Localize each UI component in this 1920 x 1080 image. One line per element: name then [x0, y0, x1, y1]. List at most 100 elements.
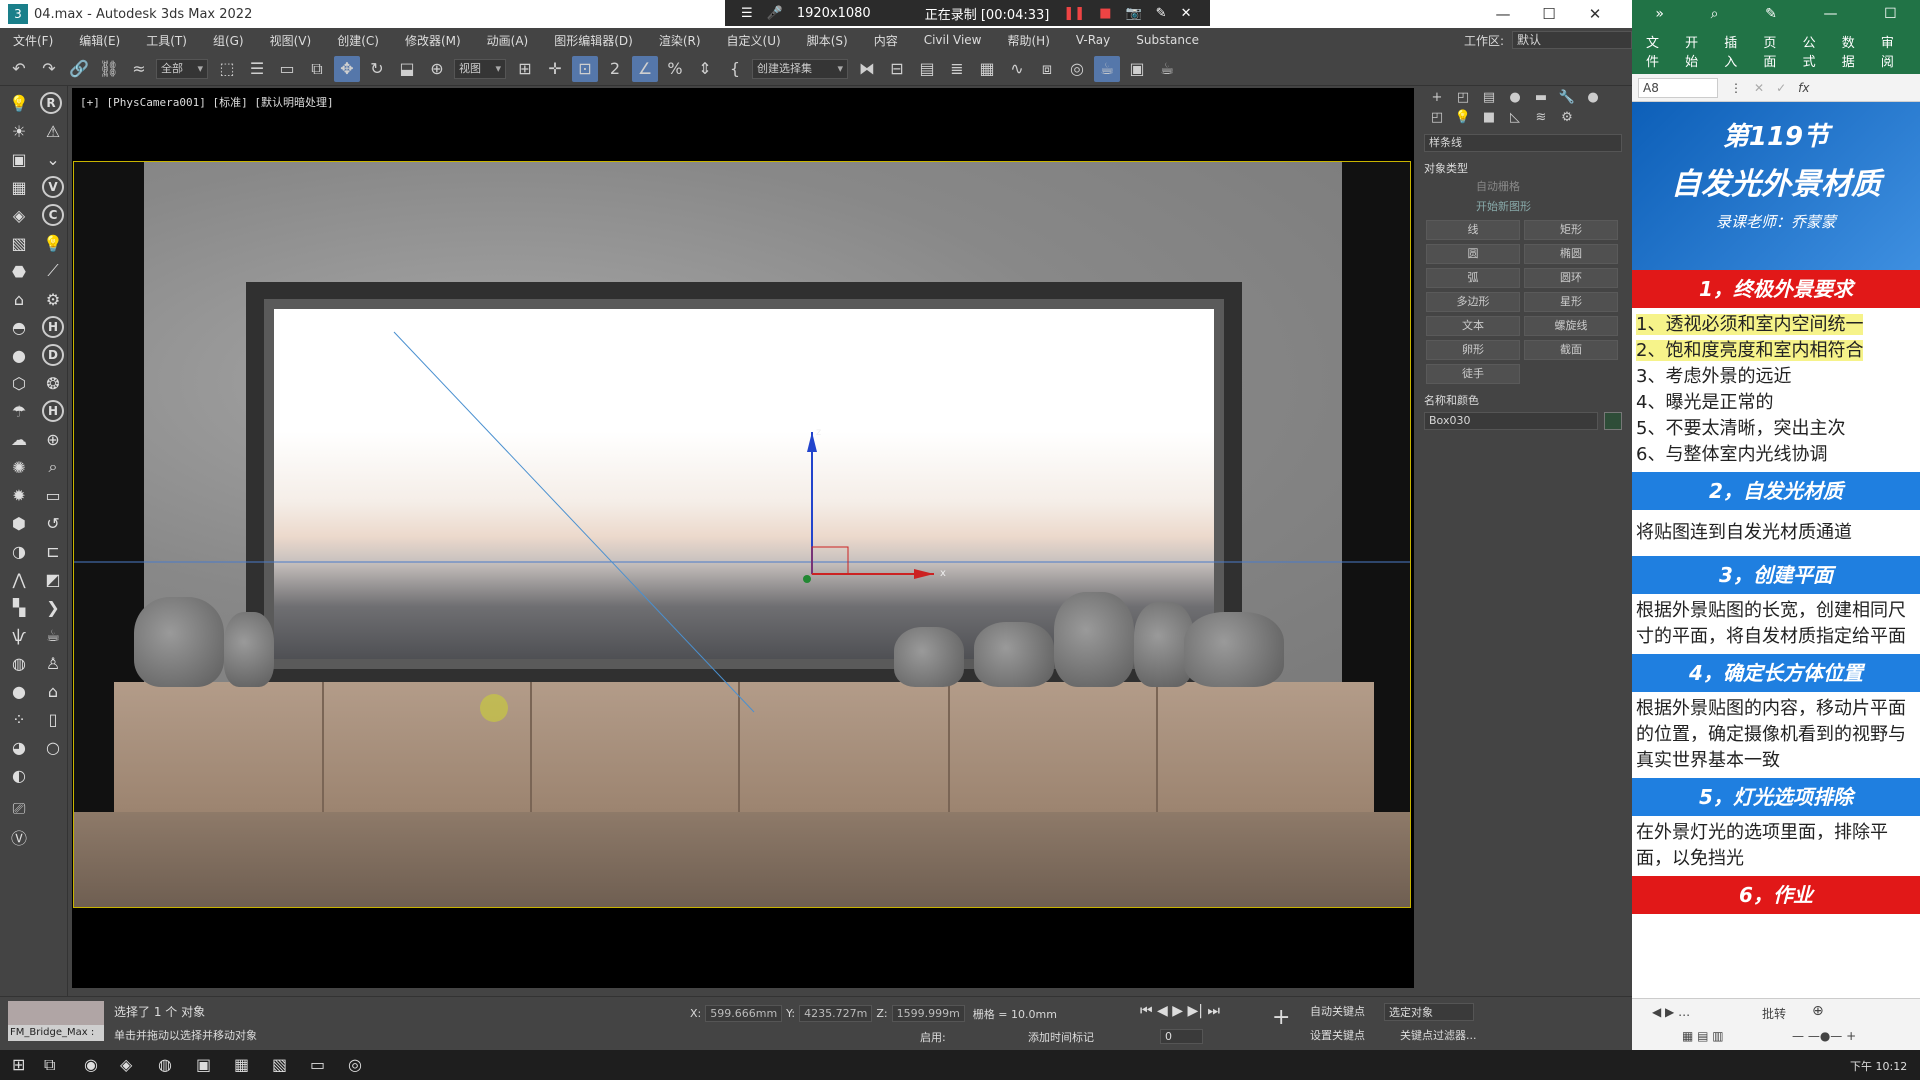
viewport-label[interactable]: [+] [PhysCamera001] [标准] [默认明暗处理]: [80, 94, 334, 110]
burst-icon[interactable]: ✹: [6, 482, 32, 508]
excel-pen-icon[interactable]: ✎: [1765, 6, 1777, 22]
spacewarps-cat-icon[interactable]: ≋: [1528, 110, 1554, 130]
reference-coord-dropdown[interactable]: 视图: [454, 58, 506, 79]
cycle-icon[interactable]: ↺: [40, 510, 66, 536]
key-filters-button[interactable]: 关键点过滤器...: [1400, 1027, 1477, 1043]
rectangle-button[interactable]: 矩形: [1524, 220, 1618, 240]
sheet-prev-icon[interactable]: ◀ ▶ …: [1652, 1005, 1690, 1019]
menu-edit[interactable]: 编辑(E): [66, 32, 133, 49]
proxy-icon[interactable]: ⬣: [6, 258, 32, 284]
display-tab-icon[interactable]: ▬: [1528, 90, 1554, 110]
bulb-icon[interactable]: 💡: [40, 230, 66, 256]
recorder-icon[interactable]: ◎: [348, 1055, 362, 1074]
light-icon[interactable]: 💡: [6, 90, 32, 116]
cube-icon[interactable]: ⬢: [6, 510, 32, 536]
menu-graph-editors[interactable]: 图形编辑器(D): [541, 32, 646, 49]
scene-explorer-icon[interactable]: ▤: [914, 56, 940, 82]
wechat-icon[interactable]: ◍: [158, 1055, 172, 1074]
material-icon[interactable]: ◐: [6, 762, 32, 788]
helix-button[interactable]: 螺旋线: [1524, 316, 1618, 336]
menu-tools[interactable]: 工具(T): [133, 32, 200, 49]
select-move-icon[interactable]: ✥: [334, 55, 360, 82]
menu-vray[interactable]: V-Ray: [1063, 33, 1123, 47]
grid-sphere-icon[interactable]: ⊕: [40, 426, 66, 452]
brush-icon[interactable]: ⟋: [40, 258, 66, 284]
undo-icon[interactable]: ↶: [6, 56, 32, 82]
umbrella-icon[interactable]: ☂: [6, 398, 32, 424]
geometry-icon[interactable]: ◈: [6, 202, 32, 228]
photoshop-icon[interactable]: ▣: [196, 1055, 211, 1074]
browser-icon[interactable]: ◉: [84, 1055, 98, 1074]
line-button[interactable]: 线: [1426, 220, 1520, 240]
camera-icon[interactable]: 📷: [1125, 6, 1141, 21]
dome-icon[interactable]: ◓: [6, 314, 32, 340]
schematic-view-icon[interactable]: ⧈: [1034, 56, 1060, 82]
circle-button[interactable]: 圆: [1426, 244, 1520, 264]
coord-x-field[interactable]: 599.666mm: [705, 1005, 783, 1022]
excel-maximize-icon[interactable]: ☐: [1884, 6, 1897, 22]
excel-tab-file[interactable]: 文件: [1646, 32, 1671, 70]
chevron-down-icon[interactable]: ⌄: [40, 146, 66, 172]
name-color-header[interactable]: 名称和颜色: [1424, 392, 1622, 408]
object-name-field[interactable]: Box030: [1424, 412, 1598, 430]
angle-snap-icon[interactable]: ∠: [632, 55, 658, 82]
excel-expand-icon[interactable]: »: [1655, 6, 1664, 22]
pivot-icon[interactable]: ⊞: [512, 56, 538, 82]
menu-animation[interactable]: 动画(A): [474, 32, 542, 49]
excel-tab-review[interactable]: 审阅: [1881, 32, 1906, 70]
coord-y-field[interactable]: 4235.727m: [799, 1005, 873, 1022]
menu-scripting[interactable]: 脚本(S): [794, 32, 861, 49]
rb-icon[interactable]: R: [40, 92, 62, 114]
excel-icon[interactable]: ▦: [234, 1055, 249, 1074]
chair-icon[interactable]: ♙: [40, 650, 66, 676]
material-editor-icon[interactable]: ◎: [1064, 56, 1090, 82]
hair-icon[interactable]: H: [42, 400, 64, 422]
freehand-button[interactable]: 徒手: [1426, 364, 1520, 384]
sun-icon[interactable]: ☀: [6, 118, 32, 144]
task-view-icon[interactable]: ⧉: [44, 1055, 55, 1075]
excel-tab-home[interactable]: 开始: [1685, 32, 1710, 70]
utilities-tab-icon[interactable]: 🔧: [1554, 90, 1580, 110]
camera-tool-icon[interactable]: ▣: [6, 146, 32, 172]
home-icon[interactable]: ⌂: [40, 678, 66, 704]
half-sphere-icon[interactable]: ◑: [6, 538, 32, 564]
manipulate-icon[interactable]: ✛: [542, 56, 568, 82]
arc-button[interactable]: 弧: [1426, 268, 1520, 288]
stop-icon[interactable]: ■: [1099, 6, 1111, 21]
menu-substance[interactable]: Substance: [1123, 33, 1212, 47]
modify-tab-icon[interactable]: ◰: [1450, 90, 1476, 110]
vray-icon[interactable]: Ⓥ: [6, 824, 32, 850]
workspace-dropdown[interactable]: 默认: [1512, 31, 1632, 49]
stairs-icon[interactable]: ⊏: [40, 538, 66, 564]
align-icon[interactable]: ⊟: [884, 56, 910, 82]
mic-icon[interactable]: 🎤: [767, 6, 783, 21]
shape-category-dropdown[interactable]: 样条线: [1424, 134, 1622, 152]
close-button[interactable]: ✕: [1572, 0, 1618, 28]
search-icon[interactable]: ⌕: [40, 454, 66, 480]
ngon-button[interactable]: 多边形: [1426, 292, 1520, 312]
ellipse-button[interactable]: 椭圆: [1524, 244, 1618, 264]
zoom-slider[interactable]: — —●— +: [1792, 1029, 1856, 1043]
cancel-icon[interactable]: ✕: [1754, 81, 1764, 95]
menu-help[interactable]: 帮助(H): [994, 32, 1062, 49]
render-scene[interactable]: z x: [73, 161, 1411, 908]
create-tab-icon[interactable]: +: [1424, 90, 1450, 110]
frame-field[interactable]: 0: [1160, 1029, 1203, 1044]
sheet-tab[interactable]: 批转: [1762, 1005, 1786, 1022]
key-mode-dropdown[interactable]: 选定对象: [1384, 1003, 1474, 1021]
bridge-icon[interactable]: ⎚: [6, 796, 32, 822]
select-object-icon[interactable]: ⬚: [214, 56, 240, 82]
menu-views[interactable]: 视图(V): [257, 32, 325, 49]
rect-selection-icon[interactable]: ▭: [274, 56, 300, 82]
add-sheet-icon[interactable]: ⊕: [1812, 1003, 1824, 1019]
excel-tab-insert[interactable]: 插入: [1724, 32, 1749, 70]
text-button[interactable]: 文本: [1426, 316, 1520, 336]
object-type-header[interactable]: 对象类型: [1424, 160, 1622, 176]
menu-modifiers[interactable]: 修改器(M): [392, 32, 474, 49]
ball-icon[interactable]: ●: [6, 678, 32, 704]
unlink-icon[interactable]: ⛓: [96, 56, 122, 82]
geometry-cat-icon[interactable]: ●: [1580, 90, 1606, 110]
fx-icon[interactable]: fx: [1798, 81, 1809, 95]
layer-explorer-icon[interactable]: ≣: [944, 56, 970, 82]
camera-viewport[interactable]: [+] [PhysCamera001] [标准] [默认明暗处理] z x: [72, 88, 1414, 988]
